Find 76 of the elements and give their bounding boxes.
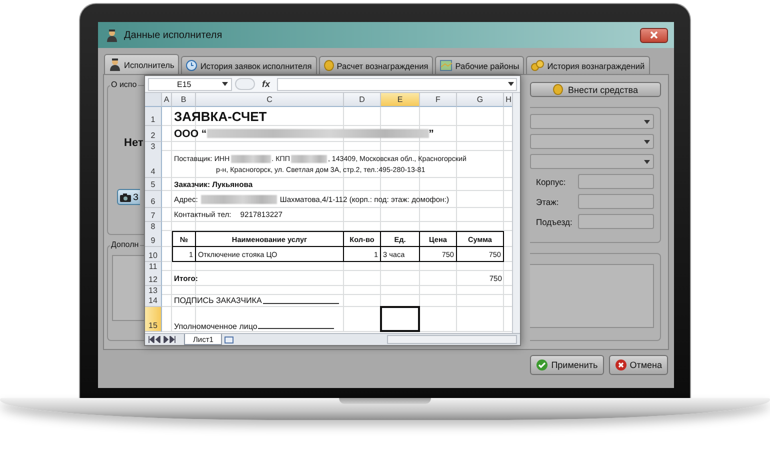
group-label: Дополн [110, 240, 140, 249]
sheet-title: ЗАЯВКА-СЧЕТ [174, 108, 267, 124]
row-header[interactable]: 2 [145, 126, 162, 142]
tab[interactable]: История вознаграждений [526, 56, 650, 74]
notes-area[interactable] [112, 255, 144, 321]
cancel-button[interactable]: Отмена [608, 355, 668, 375]
row-header[interactable]: 6 [145, 191, 162, 208]
close-icon [650, 31, 658, 39]
close-button[interactable] [640, 28, 668, 42]
check-icon [536, 359, 548, 371]
redaction-blur [290, 154, 327, 162]
column-header[interactable]: E [381, 93, 420, 107]
notes-area[interactable] [530, 264, 654, 328]
signature-label: Уполномоченное лицо [174, 322, 258, 331]
field-label: Этаж: [536, 196, 560, 206]
select-all-corner[interactable] [145, 93, 162, 107]
tab[interactable]: История заявок исполнителя [181, 56, 317, 74]
row-header[interactable]: 7 [145, 208, 162, 222]
photo-button[interactable]: З [117, 189, 140, 205]
column-header[interactable]: F [420, 93, 457, 107]
signature-label: ПОДПИСЬ ЗАКАЗЧИКА [174, 296, 262, 305]
deposit-button[interactable]: Внести средства [530, 82, 661, 97]
camera-icon [120, 192, 131, 202]
group-label: О испо [110, 80, 138, 89]
input-field[interactable] [578, 214, 654, 229]
coin-icon [552, 84, 563, 95]
dropdown[interactable] [530, 134, 654, 149]
vertical-scrollbar[interactable] [512, 93, 520, 333]
dropdown-caret-icon [644, 140, 650, 144]
field-label: Подъезд: [536, 216, 574, 226]
column-header[interactable]: C [196, 93, 344, 107]
tab[interactable]: Рабочие районы [435, 56, 524, 74]
insert-function-button[interactable]: fx [258, 79, 274, 89]
new-sheet-icon[interactable] [224, 336, 234, 344]
organization-prefix: ООО “ [174, 128, 207, 140]
sheet-navigation-icon[interactable] [148, 336, 176, 343]
row-header[interactable]: 1 [145, 107, 162, 126]
row-header[interactable]: 4 [145, 151, 162, 178]
dropdown[interactable] [530, 154, 654, 169]
redaction-blur [230, 154, 271, 162]
user-icon [109, 58, 121, 71]
selected-cell[interactable] [380, 306, 420, 332]
column-header[interactable]: H [504, 93, 512, 107]
closing-quote: ” [428, 128, 434, 140]
apply-button[interactable]: Применить [530, 355, 604, 375]
close-icon [614, 359, 627, 371]
coin-icon [324, 60, 334, 71]
user-icon [106, 28, 118, 42]
dropdown[interactable] [530, 114, 654, 129]
dropdown-caret-icon [644, 160, 650, 164]
column-header[interactable]: G [457, 93, 504, 107]
field-label: Корпус: [536, 176, 567, 186]
row-header[interactable]: 5 [145, 178, 162, 191]
dropdown-caret-icon [644, 120, 650, 124]
tab[interactable]: Исполнитель [104, 54, 180, 74]
clock-icon [186, 60, 198, 71]
column-header[interactable]: B [172, 93, 196, 107]
row-header[interactable]: 10 [145, 247, 162, 262]
row-header[interactable]: 15 [145, 307, 162, 332]
dropdown-caret-icon [222, 82, 228, 86]
column-header[interactable]: A [162, 93, 172, 107]
name-box[interactable]: E15 [148, 78, 232, 90]
coins-icon [531, 60, 544, 71]
formula-field[interactable] [277, 78, 517, 90]
row-header[interactable]: 14 [145, 295, 162, 307]
map-icon [440, 60, 452, 71]
input-field[interactable] [578, 174, 654, 189]
expand-caret-icon [508, 82, 514, 86]
row-header[interactable]: 12 [145, 271, 162, 286]
status-text: Нет [124, 137, 144, 149]
column-header[interactable]: D [344, 93, 381, 107]
window-title: Данные исполнителя [124, 30, 222, 40]
row-header[interactable]: 9 [145, 231, 162, 247]
input-field[interactable] [578, 194, 654, 209]
horizontal-scrollbar[interactable] [387, 335, 517, 344]
tab[interactable]: Расчет вознаграждения [318, 56, 434, 74]
